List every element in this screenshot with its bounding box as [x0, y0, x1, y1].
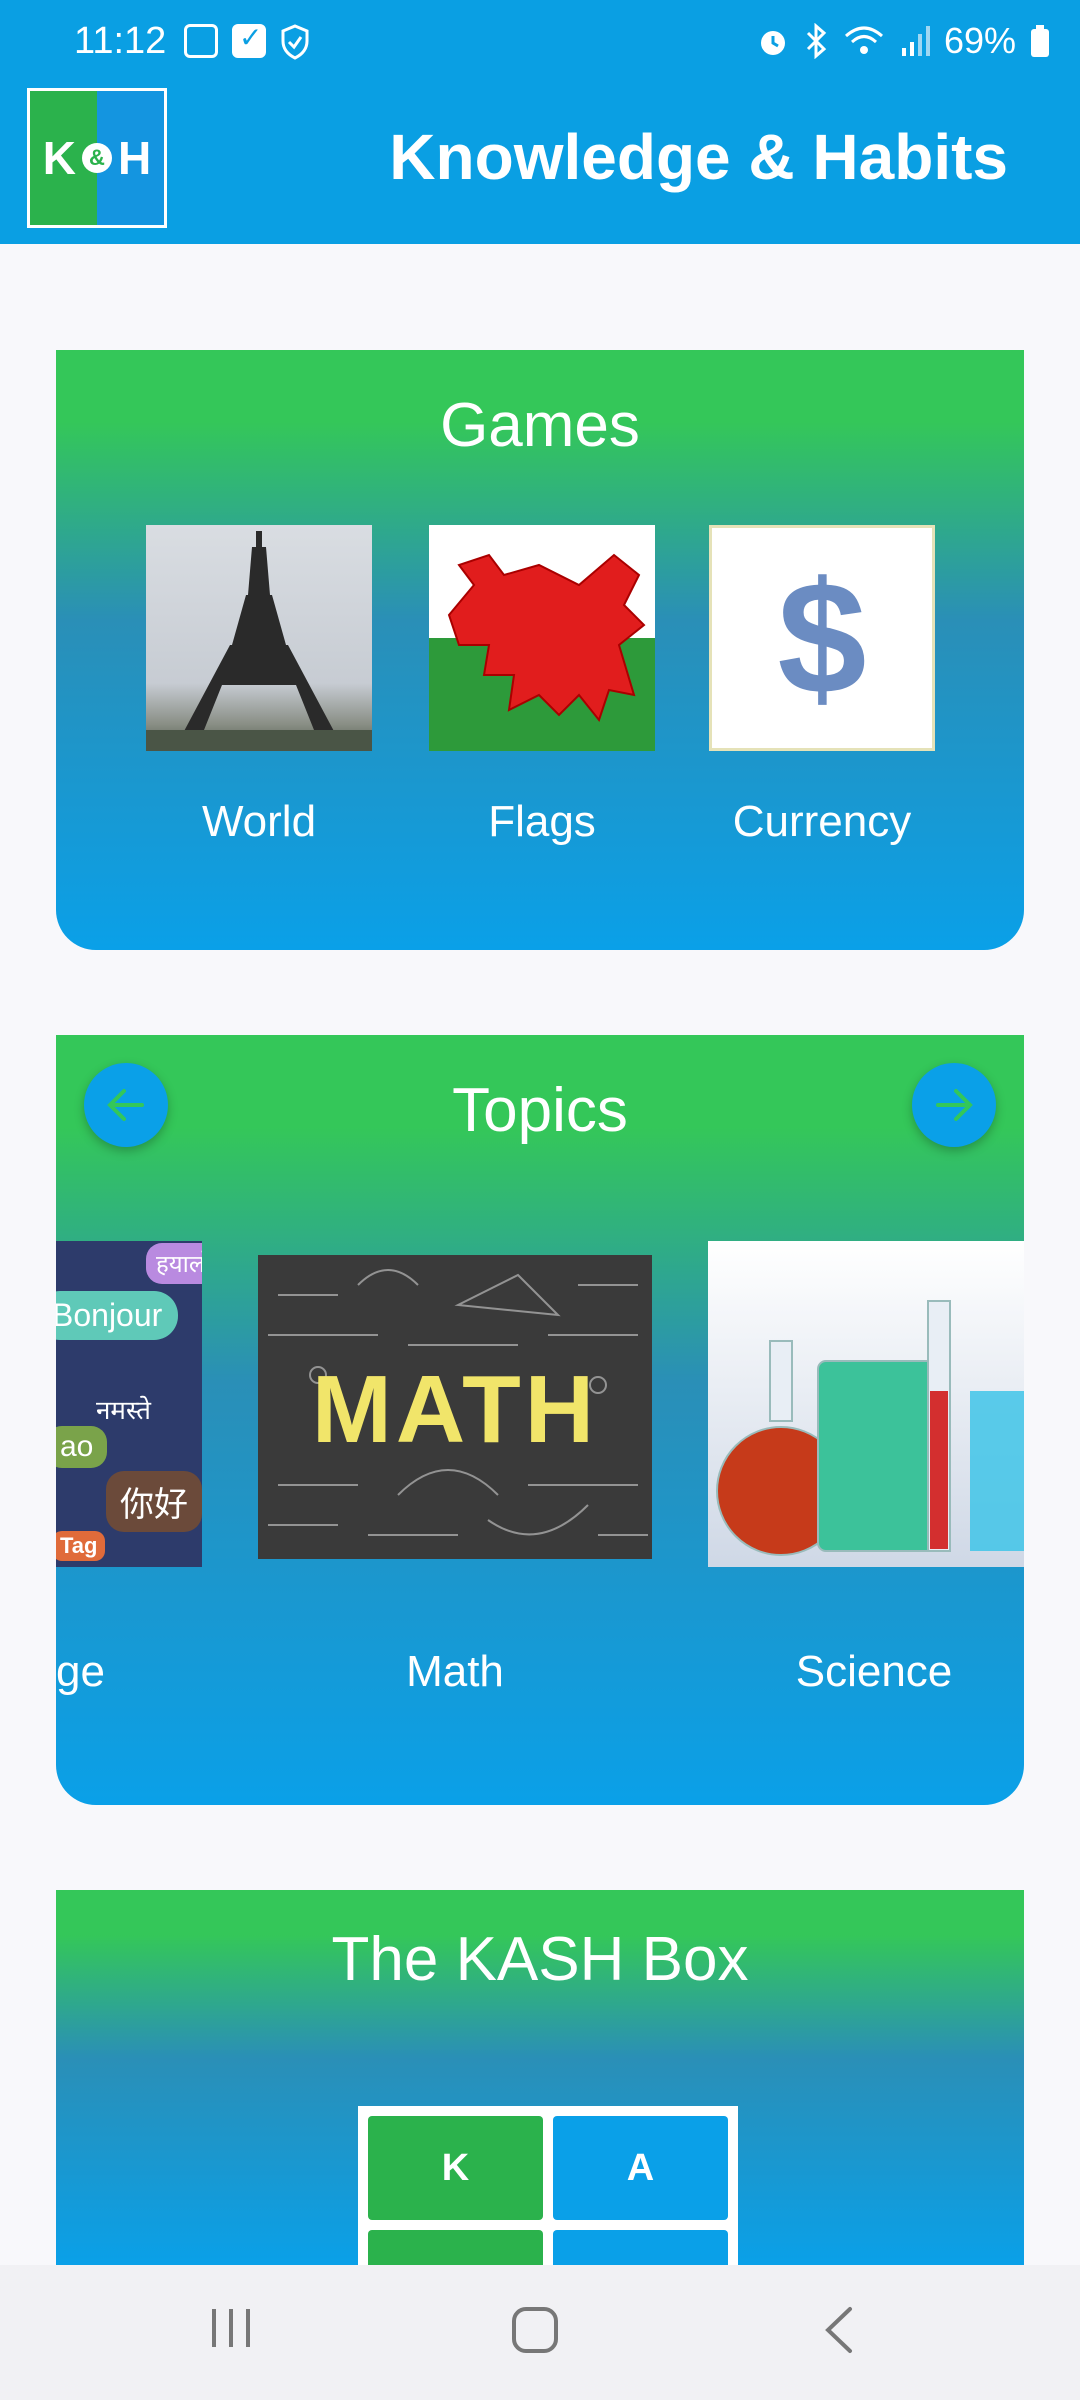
- eiffel-tower-icon: [146, 531, 372, 751]
- alarm-icon: [756, 24, 790, 58]
- language-label[interactable]: ge: [56, 1647, 105, 1697]
- games-card: Games World Flags $ Currency: [56, 350, 1024, 950]
- status-bar: 11:12 69%: [0, 0, 1080, 86]
- speech-bubble: 你好: [106, 1471, 202, 1532]
- kash-title: The KASH Box: [331, 1925, 749, 1994]
- status-time: 11:12: [74, 20, 167, 62]
- kash-card: The KASH Box K A: [56, 1890, 1024, 2265]
- wifi-icon: [842, 24, 886, 58]
- shield-icon: [280, 24, 310, 60]
- speech-bubble: हयालो: [146, 1243, 202, 1284]
- arrow-right-icon: [936, 1089, 973, 1121]
- system-icons: 69%: [756, 20, 1050, 62]
- system-nav-bar: [0, 2265, 1080, 2400]
- kash-cell-h: [553, 2230, 728, 2265]
- recents-icon: [212, 2309, 250, 2347]
- speech-bubble: Bonjour: [56, 1291, 179, 1340]
- checkbox-icon: [232, 21, 266, 58]
- app-logo[interactable]: K & H: [27, 88, 167, 228]
- kash-cell-s: [368, 2230, 543, 2265]
- topics-next-button[interactable]: [912, 1063, 996, 1147]
- games-title: Games: [440, 391, 640, 460]
- logo-h: H: [118, 132, 152, 184]
- currency-label[interactable]: Currency: [682, 797, 962, 847]
- currency-tile[interactable]: $: [709, 525, 935, 751]
- home-button[interactable]: [510, 2305, 560, 2360]
- math-text: MATH: [311, 1356, 599, 1463]
- logo-k: K: [42, 132, 76, 184]
- flags-tile[interactable]: [429, 525, 655, 751]
- kash-cell-a: A: [553, 2116, 728, 2220]
- topics-title: Topics: [452, 1076, 628, 1145]
- app-title: Knowledge & Habits: [389, 121, 1008, 193]
- app-header: 11:12 69%: [0, 0, 1080, 244]
- science-tile[interactable]: [708, 1241, 1024, 1567]
- back-icon: [825, 2307, 852, 2353]
- notification-icons: [184, 21, 310, 60]
- recents-button[interactable]: [208, 2305, 254, 2356]
- kash-cell-k: K: [368, 2116, 543, 2220]
- logo-ampersand: &: [82, 143, 112, 173]
- home-icon: [512, 2307, 558, 2353]
- kash-box[interactable]: K A: [358, 2106, 738, 2265]
- dollar-icon: $: [777, 548, 867, 727]
- language-tile[interactable]: हयालो Bonjour नमस्ते ao 你好 Tag: [56, 1241, 202, 1567]
- world-tile[interactable]: [146, 525, 372, 751]
- speech-bubble: नमस्ते: [96, 1395, 151, 1425]
- math-tile[interactable]: MATH: [258, 1255, 652, 1559]
- science-label[interactable]: Science: [734, 1647, 1014, 1697]
- welsh-flag-icon: [429, 525, 655, 751]
- battery-percent: 69%: [943, 20, 1016, 61]
- signal-icon: [900, 24, 930, 58]
- speech-bubble: ao: [56, 1426, 108, 1468]
- bluetooth-icon: [804, 23, 828, 59]
- battery-icon: [1030, 24, 1050, 58]
- speech-bubble: Tag: [56, 1531, 106, 1561]
- world-label[interactable]: World: [119, 797, 399, 847]
- flags-label[interactable]: Flags: [402, 797, 682, 847]
- lab-flasks-icon: [716, 1300, 1024, 1556]
- back-button[interactable]: [820, 2305, 860, 2360]
- topics-card: Topics हयालो Bonjour नमस्ते ao 你好 Tag ge…: [56, 1035, 1024, 1805]
- math-label[interactable]: Math: [315, 1647, 595, 1697]
- gallery-icon: [184, 24, 218, 58]
